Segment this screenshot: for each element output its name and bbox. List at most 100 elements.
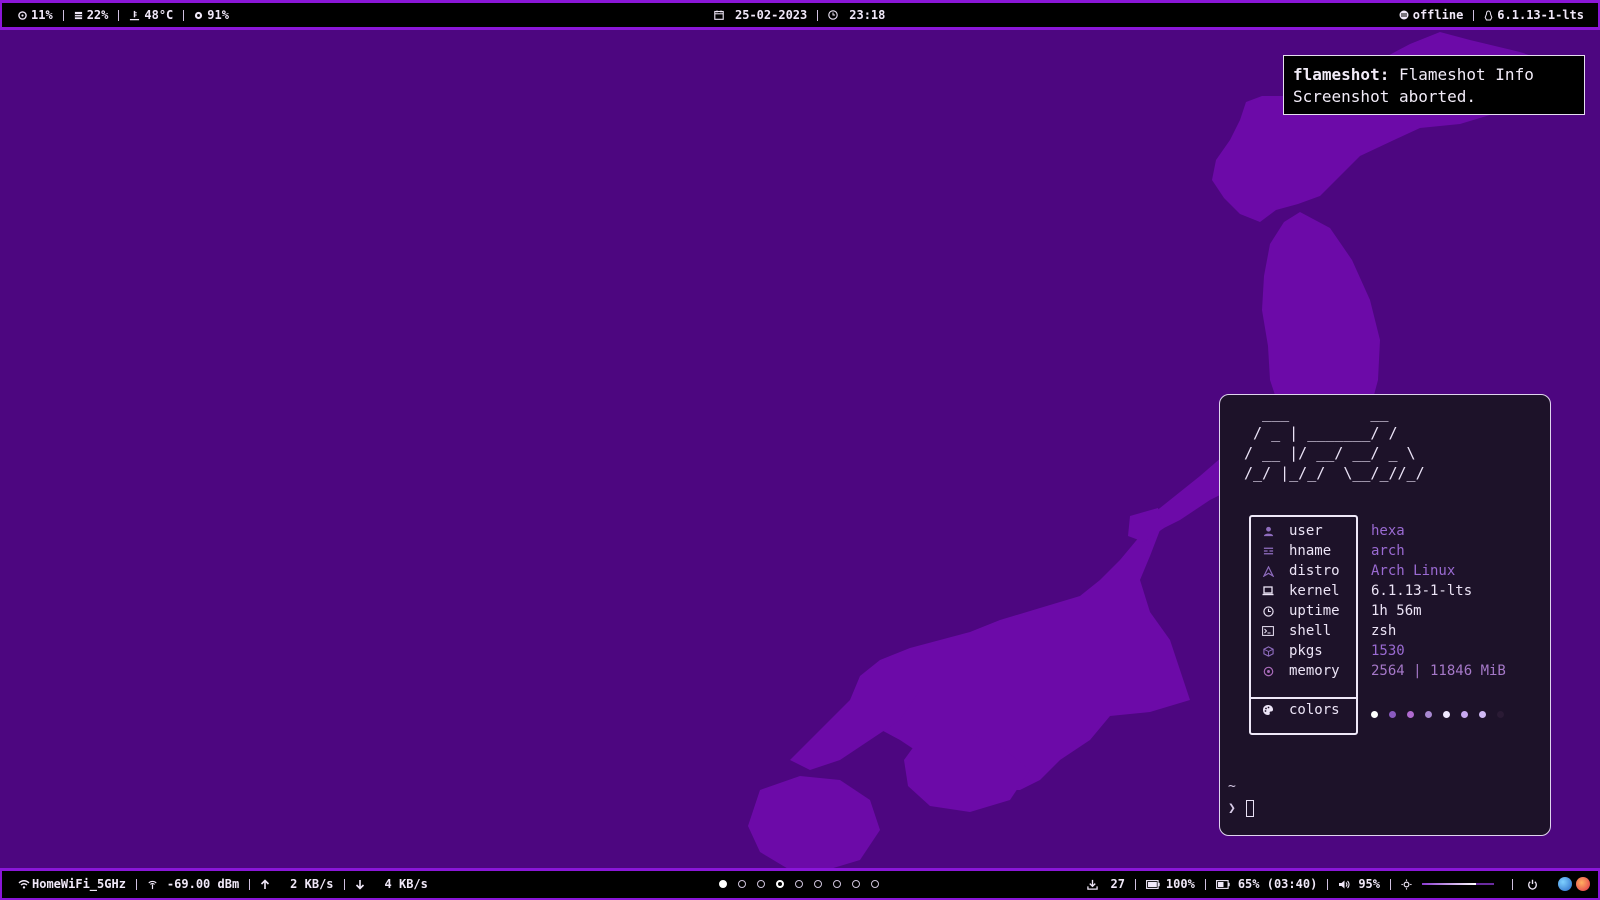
clock-icon bbox=[1261, 605, 1275, 617]
info-row-pkgs: pkgs bbox=[1261, 641, 1323, 661]
system-tray bbox=[1554, 877, 1590, 891]
signal-value: -69.00 dBm bbox=[166, 877, 240, 891]
clock-icon bbox=[828, 10, 838, 20]
color-swatch-5 bbox=[1443, 710, 1450, 718]
arrow-down-icon bbox=[355, 879, 365, 890]
temperature-value: 48°C bbox=[144, 8, 174, 22]
date-widget[interactable]: 25-02-2023 bbox=[714, 8, 807, 22]
signal-antenna-icon bbox=[147, 879, 158, 890]
power-icon[interactable] bbox=[1527, 879, 1538, 890]
info-key-hname: hname bbox=[1289, 543, 1332, 559]
info-key-colors: colors bbox=[1289, 702, 1340, 718]
linux-tux-icon bbox=[1484, 9, 1493, 21]
tray-app-icon[interactable] bbox=[1558, 877, 1572, 891]
battery2-widget[interactable]: 65% (03:40) bbox=[1215, 877, 1318, 891]
top-bar: 11% 22% 48°C 91% 25-02-2023 23:18 offlin… bbox=[0, 0, 1600, 30]
terminal-icon bbox=[1261, 626, 1275, 636]
info-value-hname: arch bbox=[1371, 543, 1405, 559]
tray-flameshot-icon[interactable] bbox=[1576, 877, 1590, 891]
battery-full-icon bbox=[1145, 879, 1160, 889]
prompt-symbol: ❯ bbox=[1228, 800, 1236, 816]
cpu-value: 11% bbox=[31, 8, 53, 22]
brightness-widget[interactable]: 91% bbox=[194, 8, 229, 22]
updates-count: 27 bbox=[1110, 877, 1125, 891]
brightness-value: 91% bbox=[207, 8, 229, 22]
info-key-pkgs: pkgs bbox=[1289, 643, 1323, 659]
cpu-icon bbox=[18, 10, 27, 20]
terminal-window[interactable]: ___ __ / _ | _______/ / / __ |/ __/ __/ … bbox=[1219, 394, 1551, 836]
vpn-status: offline bbox=[1412, 8, 1464, 22]
volume-value: 95% bbox=[1358, 877, 1380, 891]
workspace-3[interactable] bbox=[756, 880, 765, 888]
separator bbox=[183, 9, 185, 21]
upload-speed: 2 KB/s bbox=[290, 877, 334, 891]
brightness-icon bbox=[194, 11, 203, 20]
battery-widget[interactable]: 100% bbox=[1145, 877, 1195, 891]
temperature-widget[interactable]: 48°C bbox=[129, 8, 173, 22]
workspace-7[interactable] bbox=[832, 880, 841, 888]
battery2-value: 65% (03:40) bbox=[1237, 877, 1318, 891]
prompt-line[interactable]: ❯ bbox=[1228, 798, 1254, 818]
updates-widget[interactable]: 27 bbox=[1087, 877, 1125, 891]
info-key-kernel: kernel bbox=[1289, 583, 1340, 599]
separator bbox=[1327, 878, 1329, 890]
workspace-switcher bbox=[713, 871, 884, 897]
wifi-widget[interactable]: HomeWiFi_5GHz bbox=[18, 877, 126, 891]
vpn-widget[interactable]: offline bbox=[1399, 8, 1464, 22]
distro-icon bbox=[1261, 565, 1275, 577]
notification-popup[interactable]: flameshot: Flameshot Info Screenshot abo… bbox=[1283, 55, 1585, 115]
color-swatch-1 bbox=[1371, 710, 1378, 718]
color-swatch-4 bbox=[1425, 710, 1432, 718]
ram-widget[interactable]: 22% bbox=[74, 8, 108, 22]
separator bbox=[1473, 9, 1475, 21]
power-widget[interactable] bbox=[1523, 879, 1542, 890]
info-value-shell: zsh bbox=[1371, 623, 1397, 639]
workspace-8[interactable] bbox=[851, 880, 860, 888]
info-key-shell: shell bbox=[1289, 623, 1332, 639]
wifi-icon bbox=[18, 879, 30, 889]
slider-fill bbox=[1422, 883, 1476, 885]
info-row-colors: colors bbox=[1261, 700, 1340, 720]
upload-widget[interactable]: 2 KB/s bbox=[260, 877, 334, 891]
workspace-2[interactable] bbox=[737, 880, 746, 888]
separator bbox=[249, 878, 251, 890]
notification-title-line: flameshot: Flameshot Info bbox=[1293, 64, 1575, 86]
workspace-6[interactable] bbox=[813, 880, 822, 888]
battery-half-icon bbox=[1215, 879, 1230, 889]
text-cursor bbox=[1245, 799, 1254, 817]
download-widget[interactable]: 4 KB/s bbox=[355, 877, 428, 891]
workspace-4[interactable] bbox=[775, 880, 784, 888]
info-value-uptime: 1h 56m bbox=[1371, 603, 1422, 619]
notification-body: Screenshot aborted. bbox=[1293, 87, 1477, 106]
color-swatch-8 bbox=[1497, 710, 1504, 718]
clock-widget[interactable]: 23:18 bbox=[828, 8, 885, 22]
signal-widget[interactable]: -69.00 dBm bbox=[147, 877, 239, 891]
info-divider bbox=[1251, 697, 1356, 699]
user-icon bbox=[1261, 526, 1275, 537]
info-value-pkgs: 1530 bbox=[1371, 643, 1405, 659]
memory-icon bbox=[1261, 666, 1275, 677]
kernel-widget[interactable]: 6.1.13-1-lts bbox=[1484, 8, 1584, 22]
info-row-kernel: kernel bbox=[1261, 581, 1340, 601]
brightness-slider[interactable] bbox=[1422, 879, 1494, 889]
info-key-distro: distro bbox=[1289, 563, 1340, 579]
info-value-user: hexa bbox=[1371, 523, 1405, 539]
kernel-value: 6.1.13-1-lts bbox=[1497, 8, 1584, 22]
color-swatch-2 bbox=[1389, 710, 1396, 718]
workspace-1[interactable] bbox=[718, 880, 727, 888]
separator bbox=[1390, 878, 1391, 890]
cpu-widget[interactable]: 11% bbox=[18, 8, 53, 22]
time-value: 23:18 bbox=[849, 8, 886, 22]
vpn-icon bbox=[1399, 10, 1409, 20]
arrow-up-icon bbox=[260, 878, 270, 890]
laptop-icon bbox=[1261, 586, 1275, 596]
info-row-user: user bbox=[1261, 521, 1323, 541]
battery-charge: 100% bbox=[1165, 877, 1195, 891]
brightness-slider-widget[interactable] bbox=[1401, 878, 1502, 890]
color-swatch-6 bbox=[1461, 710, 1468, 718]
volume-widget[interactable]: 95% bbox=[1338, 877, 1380, 891]
workspace-9[interactable] bbox=[870, 880, 879, 888]
speaker-icon bbox=[1338, 879, 1350, 890]
separator bbox=[1512, 878, 1513, 890]
workspace-5[interactable] bbox=[794, 880, 803, 888]
